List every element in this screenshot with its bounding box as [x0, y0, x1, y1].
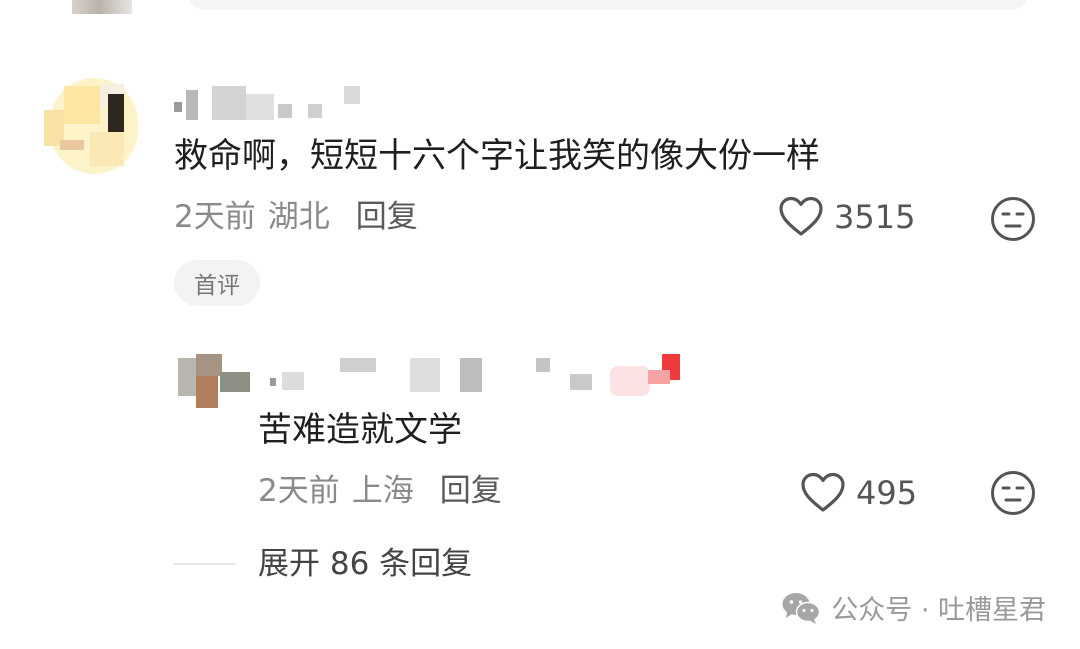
reply-button[interactable]: 回复	[356, 199, 418, 235]
reply-username[interactable]	[270, 354, 710, 398]
avatar[interactable]	[44, 70, 144, 180]
reply-location: 上海	[351, 473, 414, 509]
neutral-face-icon[interactable]	[990, 196, 1036, 242]
previous-avatar-remnant	[72, 0, 132, 14]
reply-item: 苦难造就文学 2天前 上海 回复 495	[0, 340, 1080, 530]
watermark: 公众号 · 吐槽星君	[781, 588, 1046, 627]
expand-replies-button[interactable]: 展开 86 条回复	[258, 544, 472, 584]
reply-reply-button[interactable]: 回复	[440, 473, 502, 509]
comment-text: 救命啊，短短十六个字让我笑的像大份一样	[174, 136, 820, 176]
reply-time: 2天前	[258, 473, 340, 509]
comment-time: 2天前	[174, 199, 256, 235]
reply-avatar[interactable]	[178, 354, 252, 410]
like-count: 3515	[834, 198, 916, 236]
previous-comment-remnant	[188, 0, 1028, 10]
wechat-icon	[782, 592, 821, 624]
expand-divider	[174, 563, 236, 565]
comment-location: 湖北	[267, 199, 330, 235]
first-comment-badge: 首评	[174, 260, 260, 306]
comment-item: 救命啊，短短十六个字让我笑的像大份一样 2天前 湖北 回复 3515	[0, 60, 1080, 320]
reply-text: 苦难造就文学	[258, 410, 462, 450]
heart-outline-icon	[779, 196, 823, 236]
watermark-text: 公众号 · 吐槽星君	[831, 595, 1046, 626]
heart-outline-icon	[801, 472, 845, 512]
comment-meta: 2天前 湖北 回复	[174, 198, 418, 236]
neutral-face-icon[interactable]	[990, 470, 1036, 516]
reply-like-button[interactable]: 495	[800, 472, 917, 514]
reply-like-count: 495	[856, 474, 918, 512]
like-button[interactable]: 3515	[778, 196, 915, 238]
reply-meta: 2天前 上海 回复	[258, 472, 502, 510]
username[interactable]	[174, 86, 364, 122]
